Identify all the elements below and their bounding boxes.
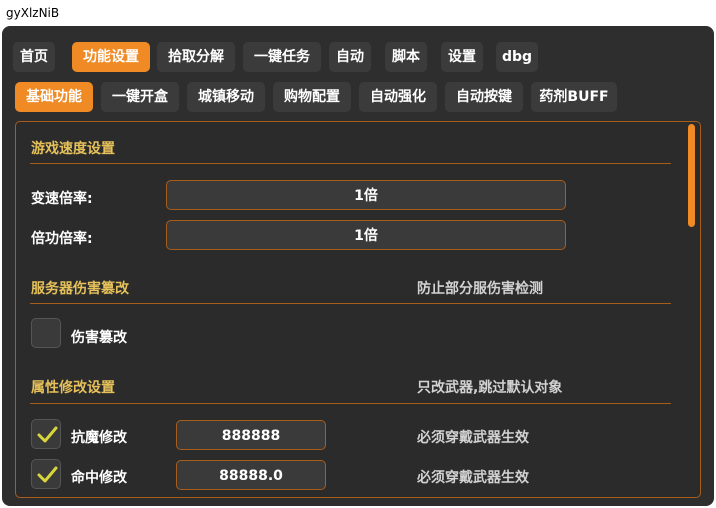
tab-home[interactable]: 首页: [13, 42, 55, 72]
subtab-auto-keypress[interactable]: 自动按键: [445, 82, 523, 112]
hit-rate-label: 命中修改: [71, 470, 127, 486]
check-icon: [37, 426, 58, 443]
damage-section-title: 服务器伤害篡改: [31, 281, 129, 297]
magic-resist-label: 抗魔修改: [71, 430, 127, 446]
settings-panel: 游戏速度设置 变速倍率: 1倍 倍功倍率: 1倍 服务器伤害篡改 防止部分服伤害…: [15, 121, 701, 498]
check-icon: [37, 466, 58, 483]
magic-resist-checkbox[interactable]: [31, 419, 61, 449]
tab-pickup-decompose[interactable]: 拾取分解: [157, 42, 235, 72]
damage-tamper-label: 伤害篡改: [71, 330, 127, 346]
subtab-potion-buff[interactable]: 药剂BUFF: [531, 82, 617, 112]
damage-tamper-checkbox[interactable]: [31, 318, 61, 348]
damage-divider: [30, 303, 671, 304]
tab-settings[interactable]: 设置: [441, 42, 483, 72]
magic-resist-note: 必须穿戴武器生效: [417, 430, 529, 446]
tab-one-key-task[interactable]: 一键任务: [243, 42, 321, 72]
hit-rate-note: 必须穿戴武器生效: [417, 470, 529, 486]
magic-resist-field[interactable]: 888888: [176, 420, 326, 450]
subtab-town-move[interactable]: 城镇移动: [187, 82, 265, 112]
subtab-basic-functions[interactable]: 基础功能: [15, 82, 93, 112]
attr-divider: [30, 403, 671, 404]
skill-rate-label: 倍功倍率:: [31, 231, 93, 247]
scrollbar-thumb[interactable]: [688, 124, 695, 227]
hit-rate-checkbox[interactable]: [31, 459, 61, 489]
speed-rate-label: 变速倍率:: [31, 191, 93, 207]
speed-divider: [30, 163, 671, 164]
subtab-auto-enhance[interactable]: 自动强化: [359, 82, 437, 112]
hit-rate-field[interactable]: 88888.0: [176, 460, 326, 490]
attr-section-note: 只改武器,跳过默认对象: [417, 380, 563, 396]
tab-dbg[interactable]: dbg: [496, 42, 538, 72]
subtab-shopping-config[interactable]: 购物配置: [273, 82, 351, 112]
tab-function-settings[interactable]: 功能设置: [72, 42, 150, 72]
window-title: gyXlzNiB: [6, 6, 60, 20]
speed-rate-field[interactable]: 1倍: [166, 180, 566, 210]
tab-auto[interactable]: 自动: [329, 42, 371, 72]
subtab-one-key-open-box[interactable]: 一键开盒: [101, 82, 179, 112]
attr-section-title: 属性修改设置: [31, 380, 115, 396]
damage-section-note: 防止部分服伤害检测: [417, 281, 543, 297]
window-titlebar: gyXlzNiB: [0, 0, 716, 26]
skill-rate-field[interactable]: 1倍: [166, 220, 566, 250]
speed-section-title: 游戏速度设置: [31, 141, 115, 157]
app-window: 首页 功能设置 拾取分解 一键任务 自动 脚本 设置 dbg 基础功能 一键开盒…: [2, 26, 714, 506]
tab-script[interactable]: 脚本: [385, 42, 427, 72]
